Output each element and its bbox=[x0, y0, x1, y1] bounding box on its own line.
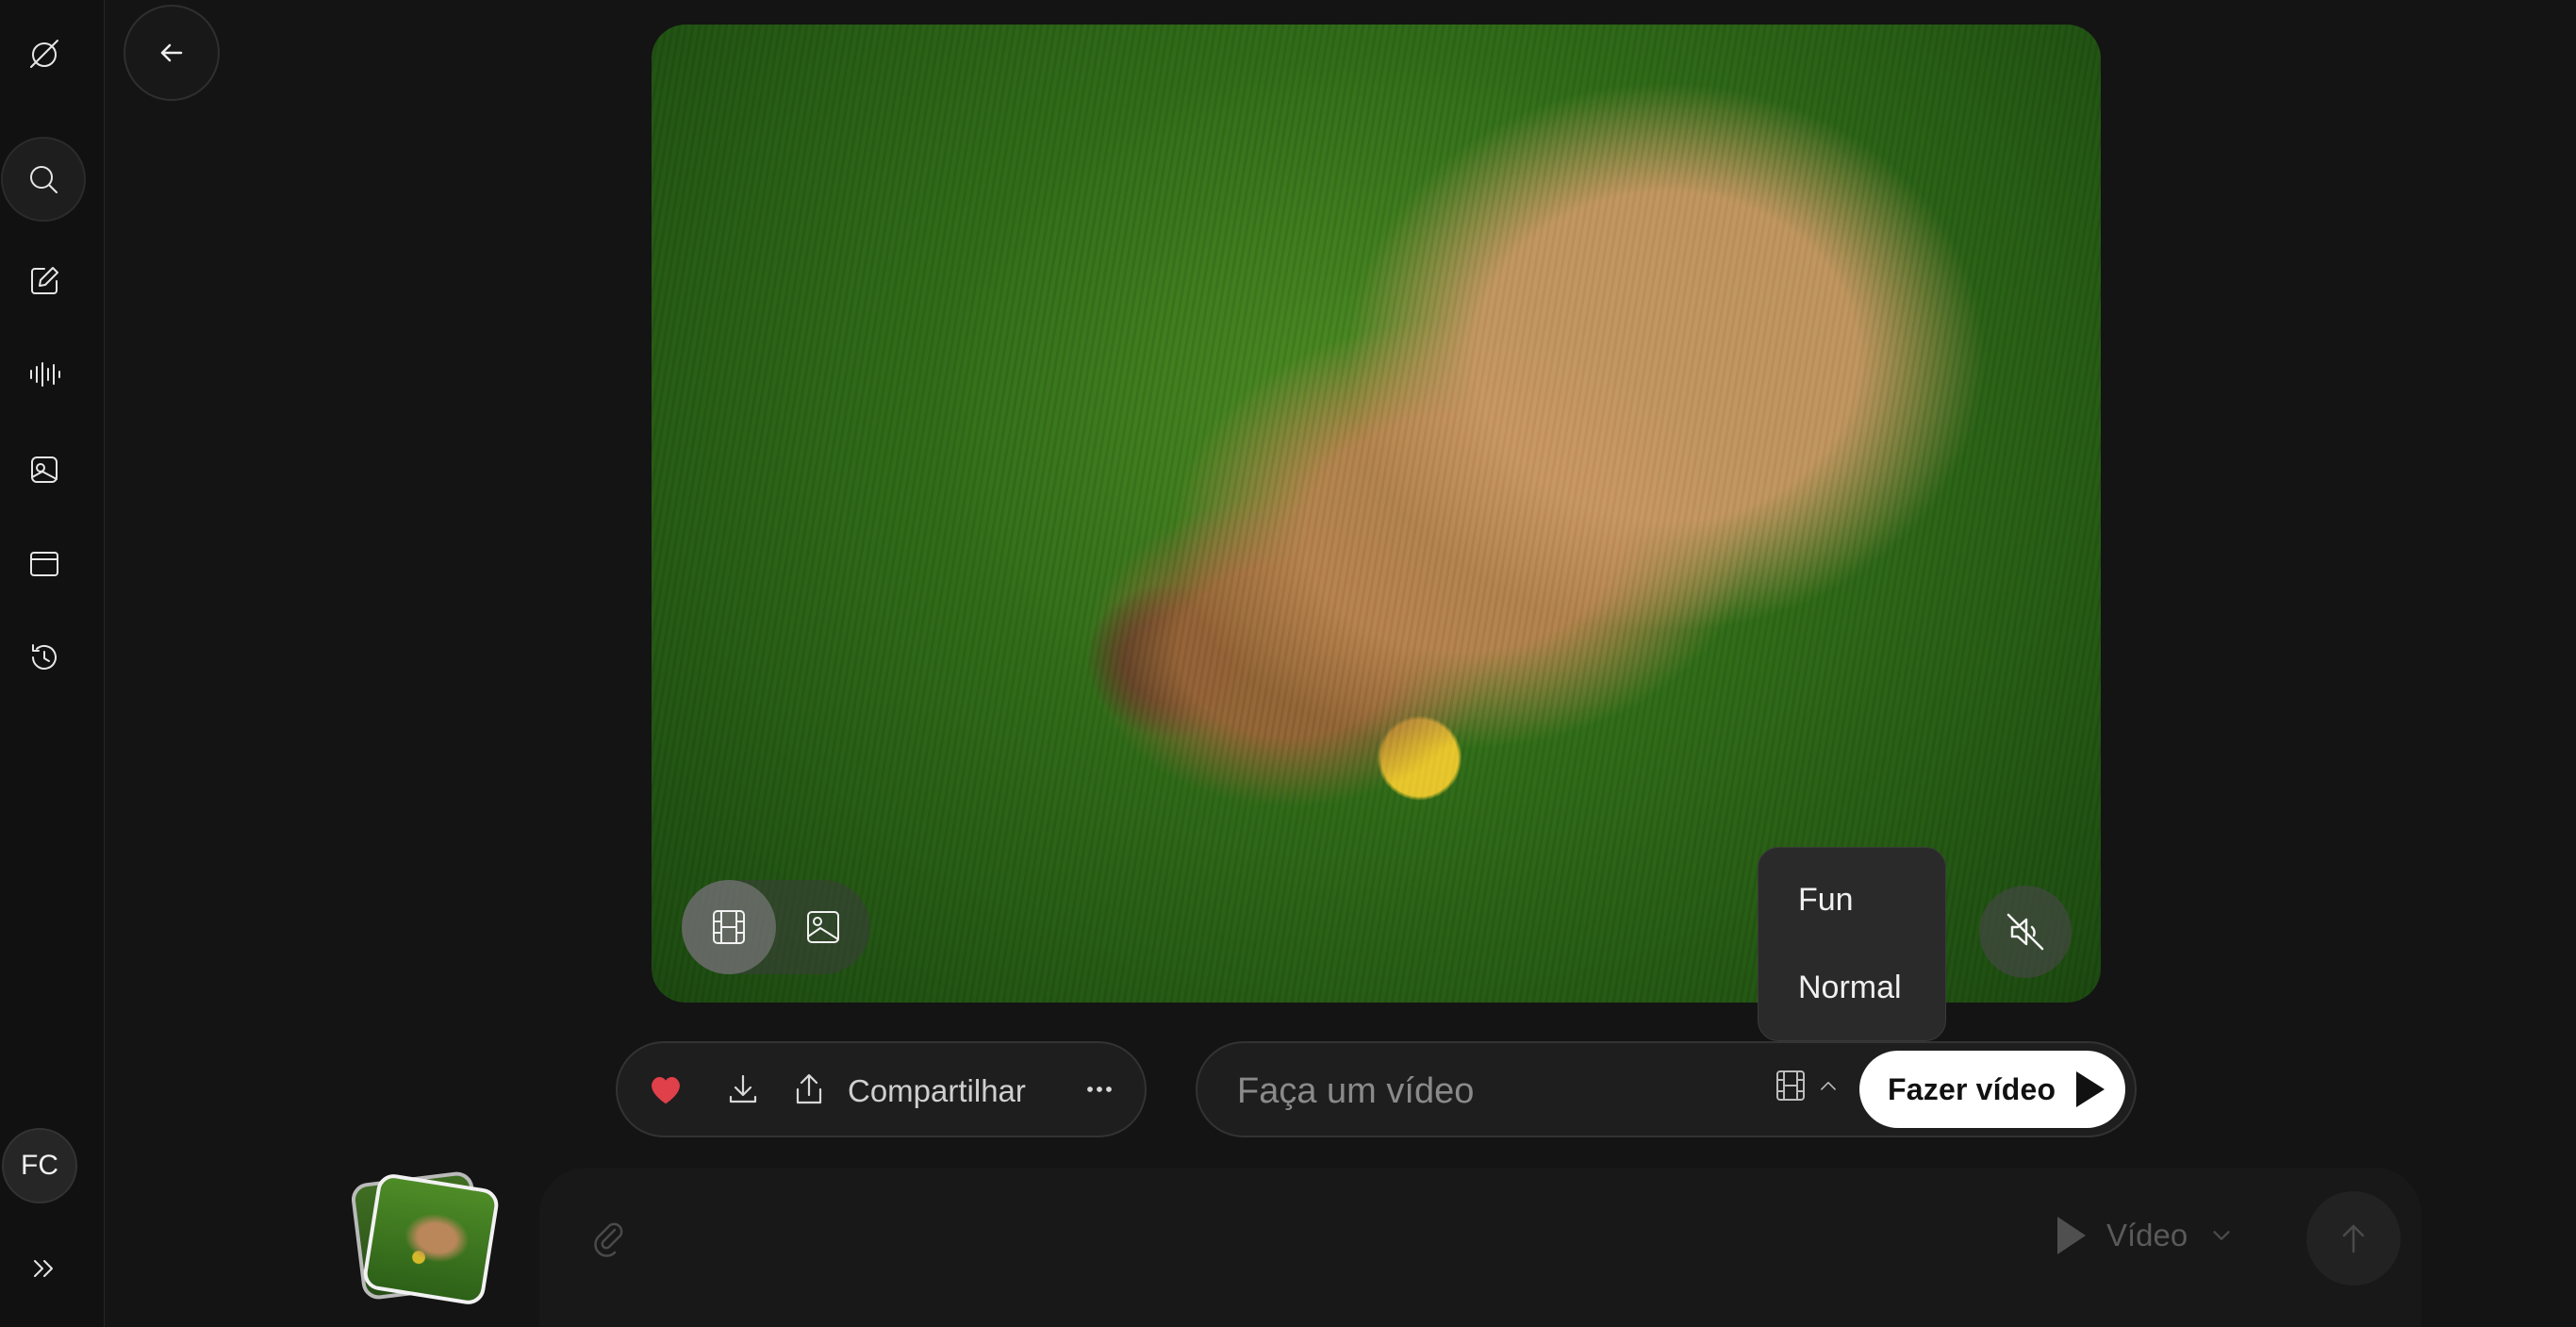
chat-composer: Vídeo bbox=[539, 1168, 2421, 1327]
film-icon bbox=[713, 910, 745, 944]
thumbnail-front bbox=[361, 1171, 501, 1307]
image-icon bbox=[807, 911, 839, 943]
make-video-button[interactable]: Fazer vídeo bbox=[1859, 1051, 2125, 1128]
chevron-down-icon bbox=[2213, 1231, 2230, 1240]
double-chevron-right-icon[interactable] bbox=[8, 1232, 81, 1305]
mode-selector-label: Vídeo bbox=[2106, 1218, 2188, 1252]
avatar[interactable]: FC bbox=[2, 1128, 77, 1203]
image-edit-icon[interactable] bbox=[8, 433, 81, 506]
download-icon[interactable] bbox=[721, 1068, 765, 1111]
paperclip-icon[interactable] bbox=[588, 1217, 630, 1258]
speaker-muted-icon bbox=[2006, 913, 2044, 951]
play-icon bbox=[2076, 1071, 2105, 1107]
play-icon bbox=[2057, 1217, 2086, 1254]
avatar-initials: FC bbox=[21, 1150, 58, 1181]
history-icon[interactable] bbox=[8, 621, 81, 694]
voice-wave-icon[interactable] bbox=[8, 338, 81, 411]
image-mode-button[interactable] bbox=[776, 880, 870, 974]
slashed-circle-logo-icon[interactable] bbox=[8, 17, 81, 91]
share-button-label[interactable]: Compartilhar bbox=[848, 1073, 1026, 1109]
media-actions-bar: Compartilhar bbox=[616, 1041, 1147, 1137]
back-button[interactable] bbox=[124, 5, 220, 101]
video-mode-button[interactable] bbox=[682, 880, 776, 974]
video-prompt-bar: Fazer vídeo bbox=[1196, 1041, 2137, 1137]
style-option-fun[interactable]: Fun bbox=[1798, 882, 1854, 919]
media-mode-toggle bbox=[682, 880, 870, 974]
make-video-label: Fazer vídeo bbox=[1888, 1071, 2056, 1106]
more-horizontal-icon[interactable] bbox=[1078, 1068, 1121, 1111]
arrow-left-icon bbox=[160, 43, 183, 62]
video-prompt-input[interactable] bbox=[1235, 1068, 1729, 1115]
arrow-up-icon bbox=[2342, 1224, 2365, 1253]
mode-selector-button[interactable]: Vídeo bbox=[2057, 1217, 2235, 1254]
chevron-up-icon bbox=[1821, 1082, 1836, 1090]
style-dropdown-menu: Fun Normal bbox=[1758, 847, 1946, 1041]
heart-icon[interactable] bbox=[644, 1068, 687, 1111]
edit-icon[interactable] bbox=[8, 244, 81, 318]
share-icon[interactable] bbox=[787, 1068, 831, 1111]
source-image-thumbnail[interactable] bbox=[349, 1169, 501, 1311]
sidebar: FC bbox=[0, 0, 105, 1327]
style-selector-button[interactable] bbox=[1773, 1068, 1842, 1103]
search-icon[interactable] bbox=[1, 137, 86, 222]
style-option-normal[interactable]: Normal bbox=[1798, 970, 1902, 1006]
film-icon bbox=[1776, 1070, 1805, 1101]
mute-toggle-button[interactable] bbox=[1979, 886, 2072, 978]
send-button[interactable] bbox=[2306, 1191, 2401, 1286]
folder-icon[interactable] bbox=[8, 526, 81, 600]
